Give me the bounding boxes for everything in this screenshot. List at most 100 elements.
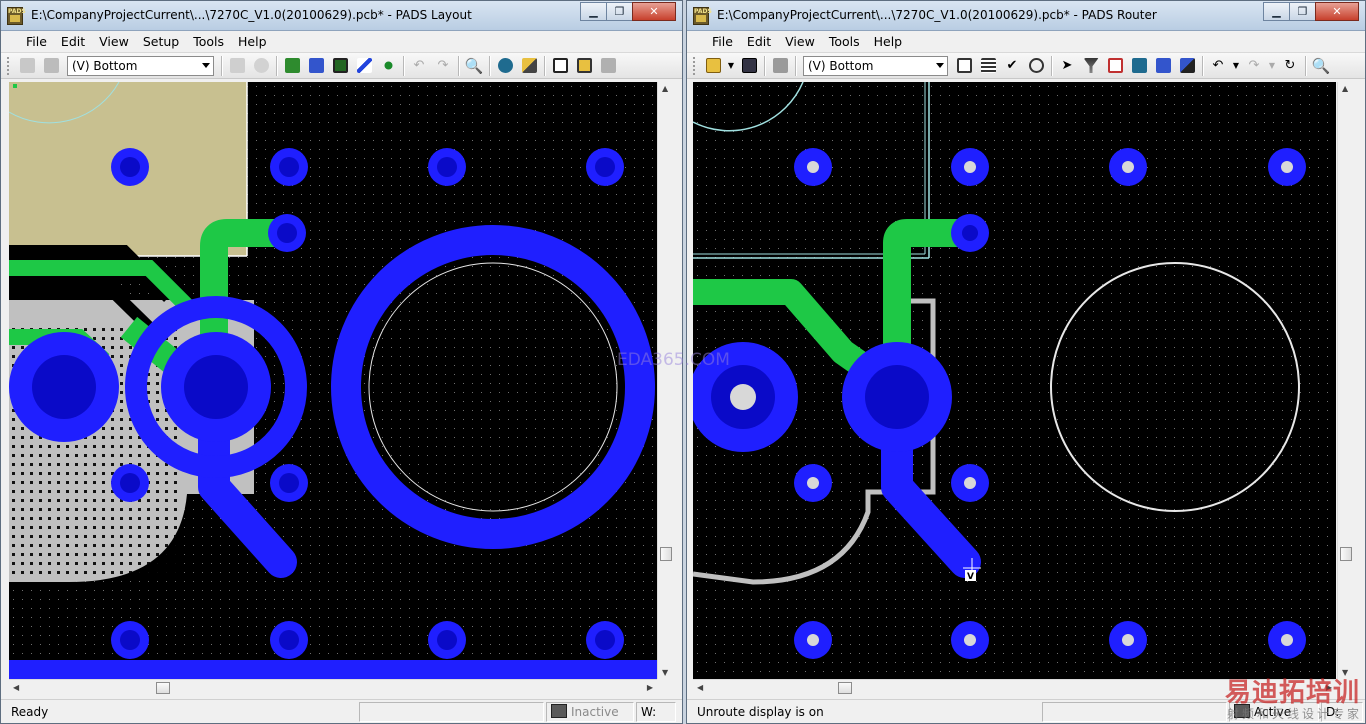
- minimize-button[interactable]: ▁: [580, 2, 607, 21]
- pads-icon: [600, 58, 616, 73]
- maximize-button[interactable]: ❐: [1289, 2, 1316, 21]
- menu-file[interactable]: File: [705, 31, 740, 53]
- toolbar-grip[interactable]: [7, 56, 11, 75]
- print-button[interactable]: [769, 55, 791, 77]
- drafting-toolbar-button[interactable]: [281, 55, 303, 77]
- ecx-toolbar-button[interactable]: [377, 55, 399, 77]
- zoom-button[interactable]: 🔍: [463, 55, 485, 77]
- status-width: W:: [636, 702, 676, 722]
- pcb-canvas[interactable]: V: [693, 82, 1336, 679]
- list-button[interactable]: [977, 55, 999, 77]
- pads-app-icon[interactable]: PADS: [693, 7, 712, 25]
- pads-layout-window: PADS E:\CompanyProjectCurrent\...\7270C_…: [0, 0, 683, 724]
- undo-icon: ↶: [413, 58, 425, 73]
- undo-button[interactable]: ↶: [408, 55, 430, 77]
- open-dropdown[interactable]: ▼: [726, 55, 736, 77]
- redo-button[interactable]: ↷: [1243, 55, 1265, 77]
- reload-button[interactable]: ↻: [1279, 55, 1301, 77]
- scroll-up-icon[interactable]: ▲: [662, 84, 668, 93]
- menu-bar: File Edit View Setup Tools Help: [1, 31, 682, 53]
- properties-button[interactable]: [953, 55, 975, 77]
- scroll-down-icon[interactable]: ▼: [662, 668, 668, 677]
- route-button[interactable]: [1152, 55, 1174, 77]
- router-link-button[interactable]: [549, 55, 571, 77]
- undo-dropdown[interactable]: ▼: [1231, 55, 1241, 77]
- layer-select-value: (V) Bottom: [72, 58, 138, 73]
- restore-icon: ❐: [1297, 5, 1308, 18]
- layer-select[interactable]: (V) Bottom: [67, 55, 214, 76]
- horizontal-scrollbar[interactable]: ◀ ▶: [9, 679, 657, 696]
- design-toolbar-button[interactable]: [305, 55, 327, 77]
- watermark-center: EDA365.COM: [617, 350, 730, 370]
- pcb-router-drawing: V: [693, 82, 1336, 679]
- dimension-toolbar-button[interactable]: [329, 55, 351, 77]
- pads-button[interactable]: [597, 55, 619, 77]
- scroll-right-icon[interactable]: ▶: [647, 683, 653, 692]
- redo-button[interactable]: ↷: [432, 55, 454, 77]
- refresh-button[interactable]: [250, 55, 272, 77]
- zoom-button[interactable]: 🔍: [1310, 55, 1332, 77]
- filter-button[interactable]: [1080, 55, 1102, 77]
- close-button[interactable]: ✕: [632, 2, 676, 21]
- design-rules-button[interactable]: [1128, 55, 1150, 77]
- pointer-icon: ➤: [1061, 58, 1073, 73]
- properties-button[interactable]: [226, 55, 248, 77]
- menu-view[interactable]: View: [778, 31, 822, 53]
- toolbar-separator: [489, 55, 490, 76]
- save-button[interactable]: [738, 55, 760, 77]
- menu-setup[interactable]: Setup: [136, 31, 186, 53]
- toolbar-separator: [1202, 55, 1203, 76]
- scroll-left-icon[interactable]: ◀: [13, 683, 19, 692]
- menu-file[interactable]: File: [19, 31, 54, 53]
- scroll-thumb[interactable]: [838, 682, 852, 694]
- restore-icon: ❐: [614, 5, 625, 18]
- menu-edit[interactable]: Edit: [740, 31, 778, 53]
- interactive-route-button[interactable]: [1176, 55, 1198, 77]
- maximize-button[interactable]: ❐: [606, 2, 633, 21]
- menu-tools[interactable]: Tools: [822, 31, 867, 53]
- display-button[interactable]: [494, 55, 516, 77]
- menu-help[interactable]: Help: [231, 31, 274, 53]
- close-icon: ✕: [649, 5, 659, 18]
- close-button[interactable]: ✕: [1315, 2, 1359, 21]
- save-button[interactable]: [40, 55, 62, 77]
- select-button[interactable]: ➤: [1056, 55, 1078, 77]
- menu-tools[interactable]: Tools: [186, 31, 231, 53]
- layer-select[interactable]: (V) Bottom: [803, 55, 948, 76]
- redo-dropdown[interactable]: ▼: [1267, 55, 1277, 77]
- scroll-left-icon[interactable]: ◀: [697, 683, 703, 692]
- open-button[interactable]: [702, 55, 724, 77]
- menu-view[interactable]: View: [92, 31, 136, 53]
- pcb-canvas[interactable]: [9, 82, 657, 679]
- menu-help[interactable]: Help: [867, 31, 910, 53]
- title-bar[interactable]: PADS E:\CompanyProjectCurrent\...\7270C_…: [687, 1, 1365, 31]
- spreadsheet-button[interactable]: [1104, 55, 1126, 77]
- route-toolbar-button[interactable]: [353, 55, 375, 77]
- scroll-thumb[interactable]: [660, 547, 672, 561]
- vertical-scrollbar[interactable]: ▲ ▼: [1337, 82, 1354, 679]
- menu-edit[interactable]: Edit: [54, 31, 92, 53]
- status-mode: Inactive: [546, 702, 634, 722]
- toolbar-grip[interactable]: [693, 56, 697, 75]
- title-bar[interactable]: PADS E:\CompanyProjectCurrent\...\7270C_…: [1, 1, 682, 31]
- undo-button[interactable]: ↶: [1207, 55, 1229, 77]
- scroll-thumb[interactable]: [156, 682, 170, 694]
- open-folder-icon: [705, 58, 721, 73]
- save-icon: [741, 58, 757, 73]
- dropdown-arrow-icon: ▼: [1268, 61, 1276, 70]
- pads-router-window: PADS E:\CompanyProjectCurrent\...\7270C_…: [686, 0, 1366, 724]
- check-button[interactable]: ✔: [1001, 55, 1023, 77]
- scroll-thumb[interactable]: [1340, 547, 1352, 561]
- refresh-icon: [253, 58, 269, 73]
- refresh-button[interactable]: [1025, 55, 1047, 77]
- design-icon: [308, 58, 324, 73]
- vertical-scrollbar[interactable]: ▲ ▼: [657, 82, 674, 679]
- open-button[interactable]: [16, 55, 38, 77]
- brush-button[interactable]: [518, 55, 540, 77]
- toolbar-separator: [764, 55, 765, 76]
- watermark-corner: 易迪拓培训: [1224, 678, 1360, 708]
- minimize-button[interactable]: ▁: [1263, 2, 1290, 21]
- pads-app-icon[interactable]: PADS: [7, 7, 26, 25]
- windows-button[interactable]: [573, 55, 595, 77]
- scroll-up-icon[interactable]: ▲: [1342, 84, 1348, 93]
